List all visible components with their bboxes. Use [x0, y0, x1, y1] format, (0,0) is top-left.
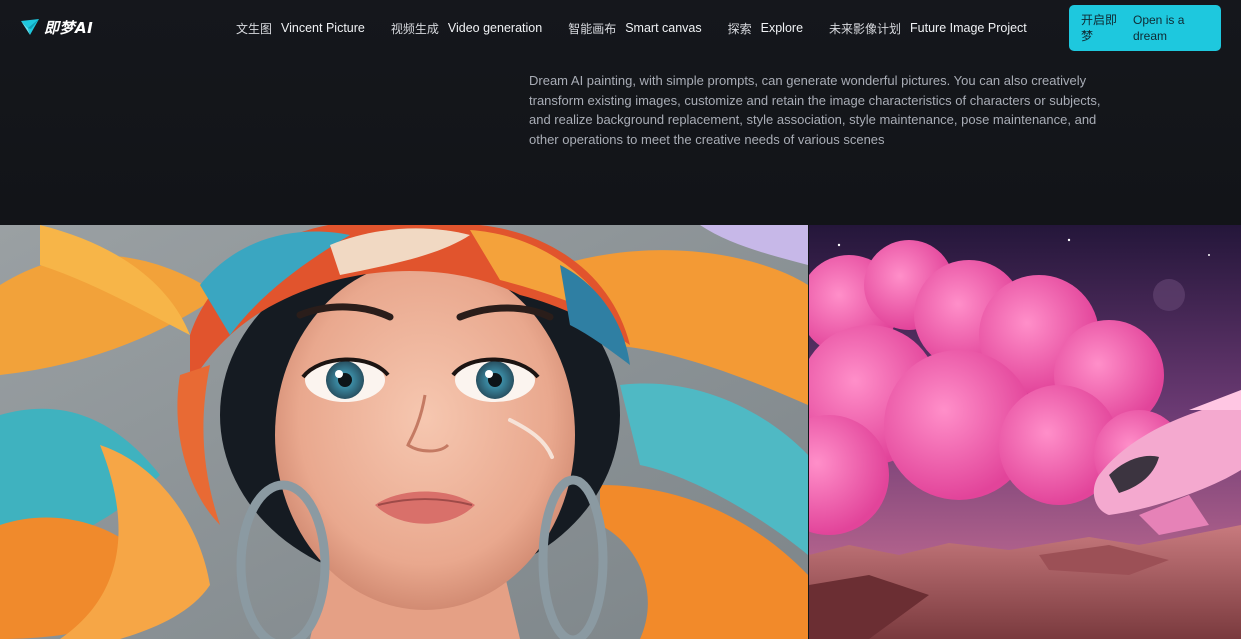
nav-item-en-label: Explore [760, 21, 804, 35]
nav-item-en-label: Smart canvas [625, 21, 702, 35]
nav-item-explore[interactable]: 探索 Explore [728, 20, 803, 37]
nav-item-vincent-picture[interactable]: 文生图 Vincent Picture [236, 20, 365, 37]
page: 即梦AI 文生图 Vincent Picture 视频生成 Video gene… [0, 0, 1241, 639]
hero-section: 即梦AI 文生图 Vincent Picture 视频生成 Video gene… [0, 0, 1241, 225]
spaceship-illustration [809, 225, 1241, 639]
nav-item-zh-label: 视频生成 [390, 21, 439, 36]
gallery-image-portrait[interactable] [0, 225, 808, 639]
nav-item-zh-label: 文生图 [236, 21, 273, 36]
open-dream-button-en-label: Open is a dream [1133, 13, 1185, 43]
nav-item-video-generation[interactable]: 视频生成 Video generation [391, 20, 542, 37]
top-header: 即梦AI 文生图 Vincent Picture 视频生成 Video gene… [0, 0, 1241, 56]
nav-item-en-label: Future Image Project [910, 21, 1027, 35]
paper-plane-logo-icon [21, 19, 39, 35]
logo-text: 即梦AI [44, 18, 94, 37]
nav-item-future-image-project[interactable]: 未来影像计划 Future Image Project [829, 20, 1027, 37]
nav-item-smart-canvas[interactable]: 智能画布 Smart canvas [568, 20, 701, 37]
nav-item-zh-label: 未来影像计划 [829, 21, 902, 36]
open-dream-button[interactable]: 开启即梦 Open is a dream [1069, 5, 1221, 51]
gallery-image-spaceship[interactable] [809, 225, 1241, 639]
portrait-illustration [0, 225, 808, 639]
nav-item-en-label: Video generation [447, 21, 543, 35]
logo[interactable]: 即梦AI [20, 16, 93, 38]
nav-item-zh-label: 智能画布 [568, 21, 617, 36]
nav-item-zh-label: 探索 [727, 21, 752, 36]
hero-description: Dream AI painting, with simple prompts, … [529, 73, 1101, 147]
main-nav: 文生图 Vincent Picture 视频生成 Video generatio… [236, 18, 1027, 38]
open-dream-button-zh-label: 开启即梦 [1081, 13, 1118, 43]
nav-item-en-label: Vincent Picture [281, 21, 365, 35]
